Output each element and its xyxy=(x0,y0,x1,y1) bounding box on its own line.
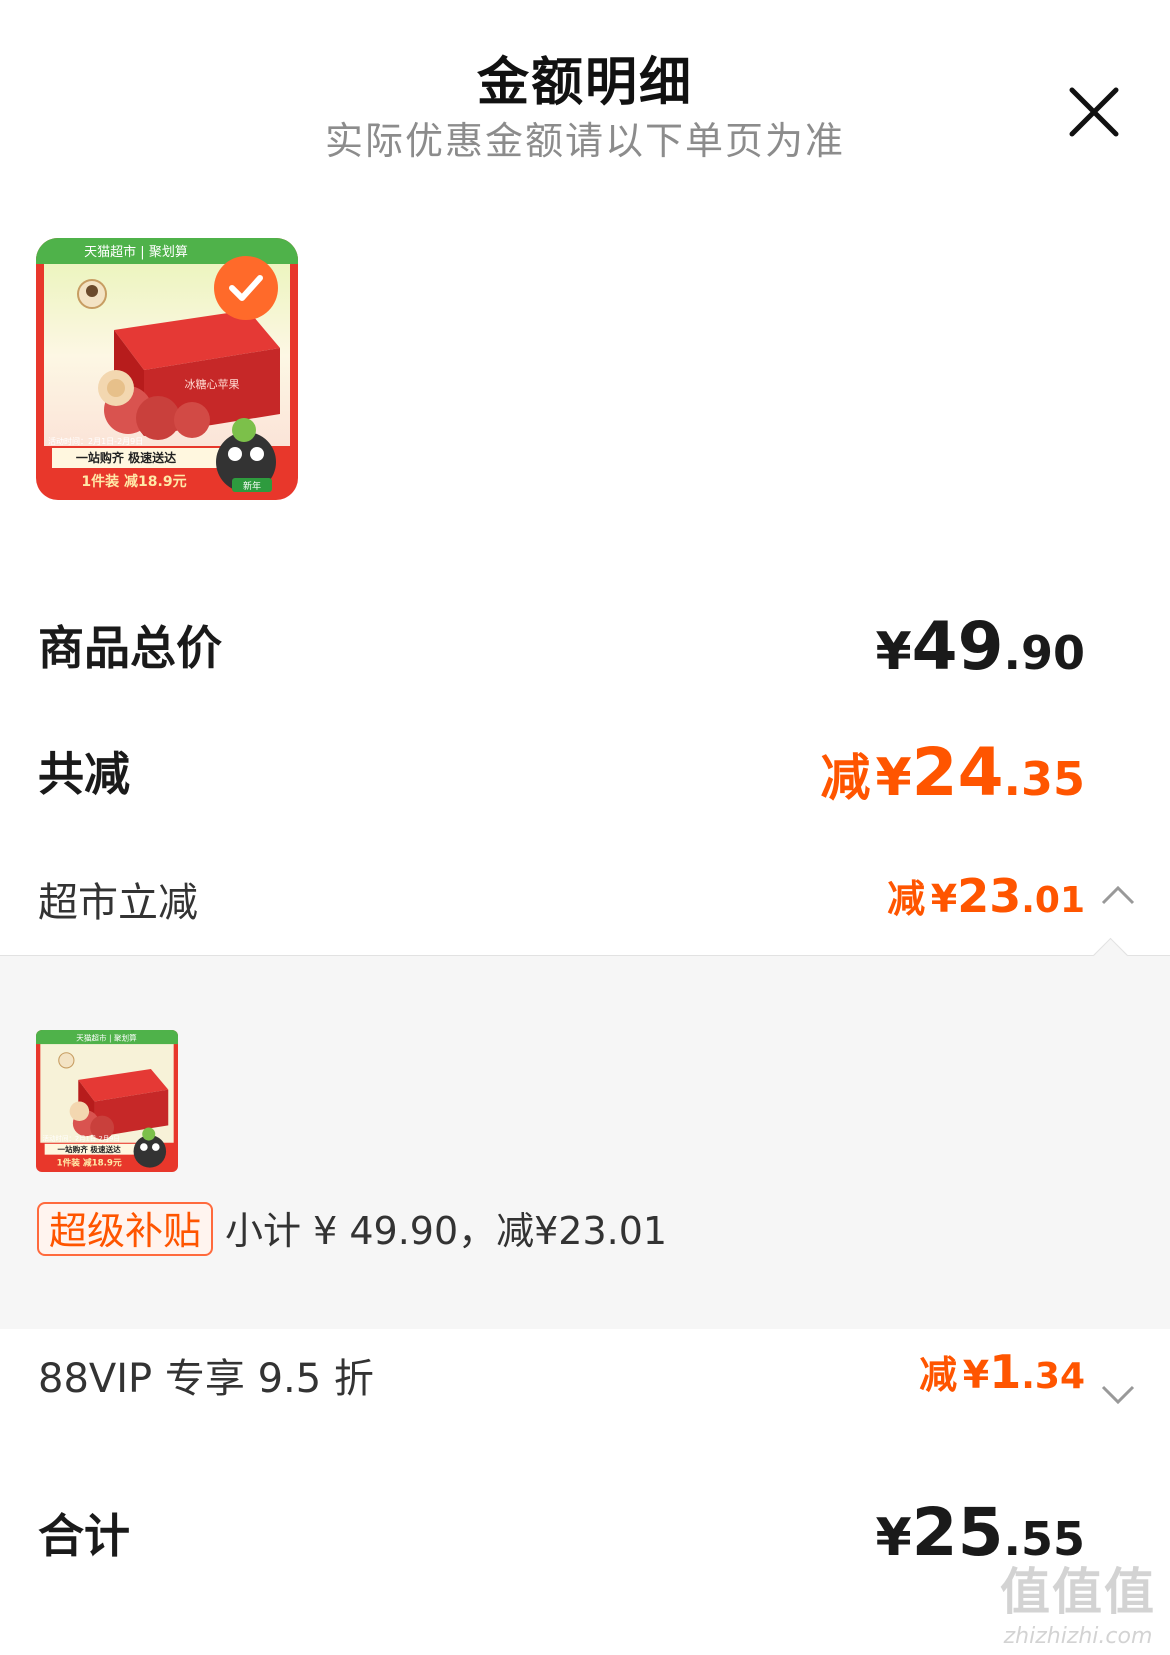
box-text: 冰糖心苹果 xyxy=(185,377,240,391)
modal-subtitle: 实际优惠金额请以下单页为准 xyxy=(324,119,845,163)
chevron-up-icon[interactable] xyxy=(1100,884,1136,906)
total-reduce-value: 减 ¥24.35 xyxy=(820,734,1085,811)
modal-title: 金额明细 xyxy=(476,53,693,113)
total-price-label: 商品总价 xyxy=(38,621,222,675)
discount-text: 1件装 减18.9元 xyxy=(81,473,186,490)
vip-discount-label[interactable]: 88VIP 专享 9.5 折 xyxy=(38,1346,374,1404)
total-reduce-label: 共减 xyxy=(38,747,130,801)
watermark-url: zhizhizhi.com xyxy=(1003,1624,1153,1649)
promo-dates: 活动时间：2月1日-2月9日 xyxy=(48,436,143,446)
market-discount-label[interactable]: 超市立减 xyxy=(38,870,198,928)
product-thumbnail[interactable]: 天猫超市 | 聚划算 冰糖心苹果 活动时间：2月1日-2月9日 一站购齐 极速送… xyxy=(36,238,298,500)
detail-product-thumbnail: 天猫超市 | 聚划算 活动时间：2月1日-2月9日 一站购齐 极速送达 1件装 … xyxy=(36,1030,178,1172)
close-icon[interactable] xyxy=(1066,84,1122,140)
market-discount-value[interactable]: 减 ¥23.01 xyxy=(887,868,1085,923)
banner-text: 天猫超市 | 聚划算 xyxy=(84,244,188,260)
chevron-down-icon[interactable] xyxy=(1100,1384,1136,1406)
final-total-label: 合计 xyxy=(38,1509,130,1563)
detail-banner-text: 天猫超市 | 聚划算 xyxy=(76,1032,137,1042)
vip-discount-value[interactable]: 减 ¥1.34 xyxy=(919,1344,1085,1399)
super-subsidy-tag: 超级补贴 xyxy=(37,1202,214,1256)
detail-promo-dates: 活动时间：2月1日-2月9日 xyxy=(43,1134,120,1143)
watermark: 值值值 zhizhizhi.com xyxy=(1000,1552,1156,1649)
watermark-logo: 值值值 xyxy=(1000,1563,1156,1621)
detail-product-image: 天猫超市 | 聚划算 活动时间：2月1日-2月9日 一站购齐 极速送达 1件装 … xyxy=(36,1030,178,1172)
slogan: 一站购齐 极速送达 xyxy=(76,450,176,465)
detail-subtotal-text: 小计 ¥ 49.90，减¥23.01 xyxy=(225,1209,668,1253)
detail-slogan: 一站购齐 极速送达 xyxy=(57,1144,121,1154)
product-image: 天猫超市 | 聚划算 冰糖心苹果 活动时间：2月1日-2月9日 一站购齐 极速送… xyxy=(36,238,298,500)
modal-header: 金额明细 实际优惠金额请以下单页为准 xyxy=(0,0,1170,190)
detail-discount-text: 1件装 减18.9元 xyxy=(57,1156,122,1168)
total-price-value: ¥49.90 xyxy=(875,608,1085,685)
mascot-badge: 新年 xyxy=(243,480,261,492)
